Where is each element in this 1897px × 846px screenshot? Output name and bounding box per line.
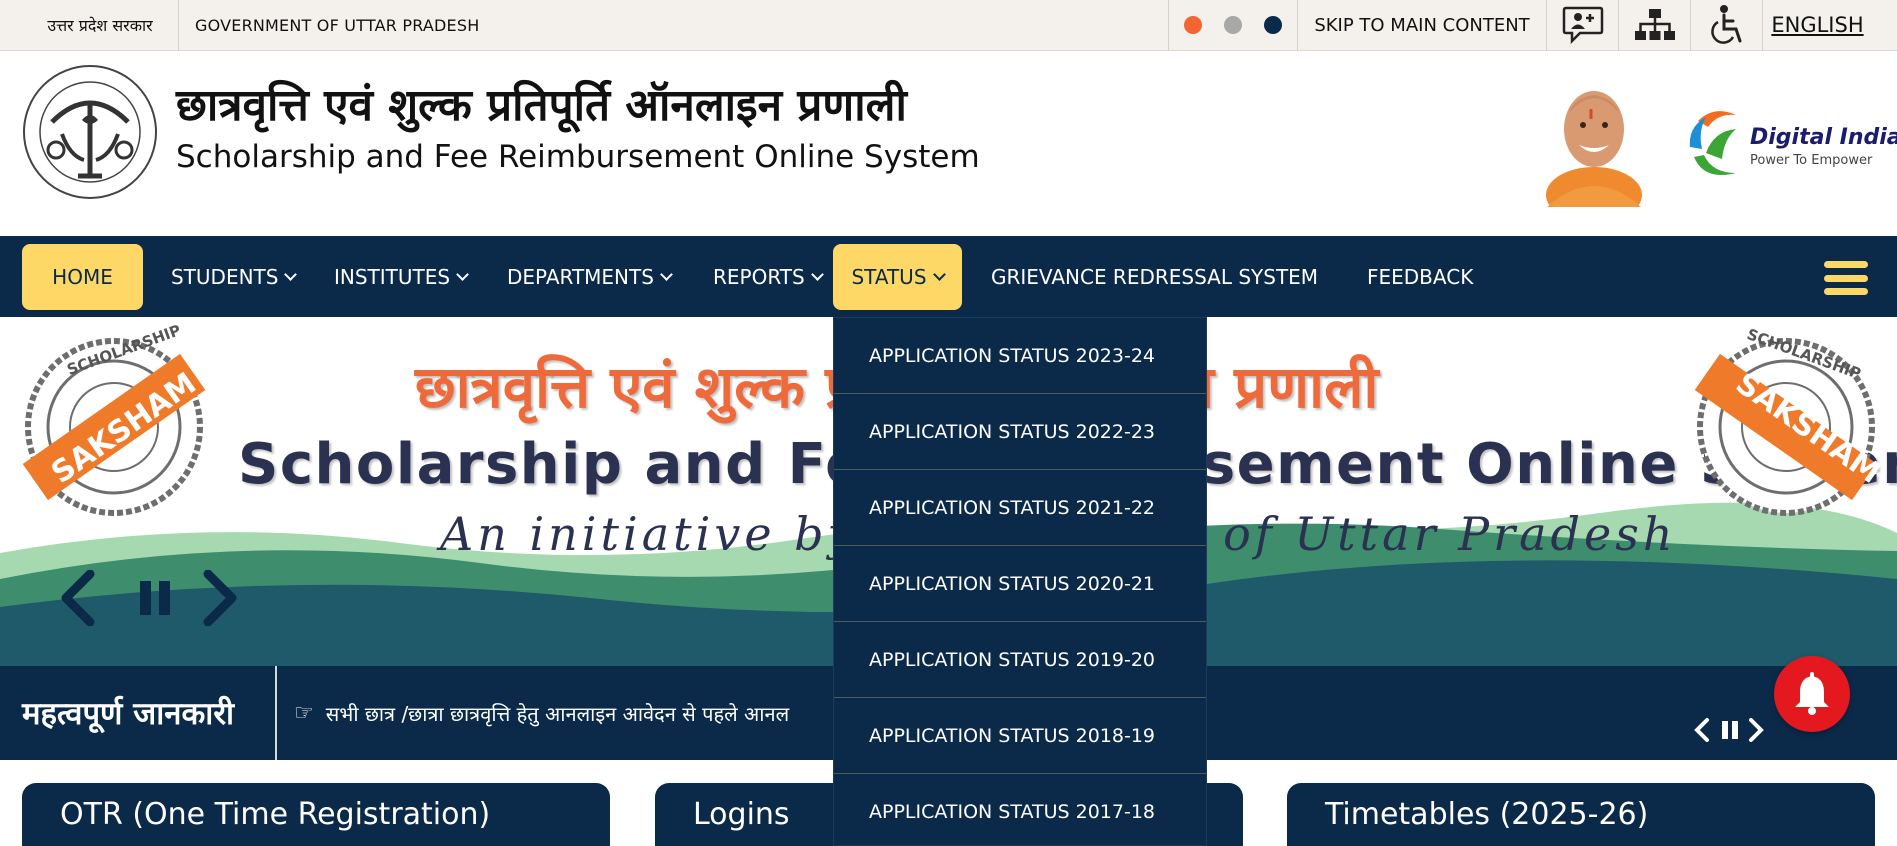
government-english-label: GOVERNMENT OF UTTAR PRADESH [195, 15, 480, 35]
nav-home-label: HOME [52, 265, 113, 289]
ticker-pause-icon[interactable] [1720, 720, 1740, 740]
up-government-emblem-icon [23, 65, 157, 199]
nav-grievance-label: GRIEVANCE REDRESSAL SYSTEM [991, 265, 1319, 289]
sitemap-button[interactable] [1618, 0, 1690, 50]
nav-status-label: STATUS [851, 265, 927, 289]
government-hindi-label: उत्तर प्रदेश सरकार [22, 0, 179, 50]
theme-grey-button[interactable] [1224, 16, 1242, 34]
theme-navy-button[interactable] [1264, 16, 1282, 34]
chief-minister-photo [1546, 91, 1642, 207]
nav-status[interactable]: STATUS [833, 244, 962, 310]
nav-reports[interactable]: REPORTS [699, 244, 836, 310]
timetables-card: Timetables (2025-26) [1287, 783, 1875, 846]
ticker-prev-icon[interactable] [1692, 718, 1712, 742]
nav-reports-label: REPORTS [713, 265, 805, 289]
status-menu-item[interactable]: APPLICATION STATUS 2022-23 [834, 394, 1206, 470]
chat-user-icon [1562, 6, 1603, 45]
otr-card-title: OTR (One Time Registration) [60, 797, 491, 832]
nav-institutes[interactable]: INSTITUTES [320, 244, 481, 310]
main-navigation: HOME STUDENTS INSTITUTES DEPARTMENTS REP… [0, 236, 1897, 317]
accessibility-button[interactable] [1690, 0, 1762, 50]
site-title-english: Scholarship and Fee Reimbursement Online… [176, 139, 980, 175]
ticker-title: महत्वपूर्ण जानकारी [22, 666, 277, 760]
chevron-down-icon [932, 268, 946, 281]
chevron-down-icon [660, 268, 673, 281]
status-menu-item[interactable]: APPLICATION STATUS 2020-21 [834, 546, 1206, 622]
nav-departments[interactable]: DEPARTMENTS [493, 244, 685, 310]
theme-orange-button[interactable] [1184, 16, 1202, 34]
skip-to-main-content-link[interactable]: SKIP TO MAIN CONTENT [1297, 0, 1546, 50]
digital-india-name: Digital India [1750, 125, 1897, 150]
pointing-hand-icon: ☞ [294, 700, 314, 726]
saksham-stamp-left: SCHOLARSHIP SAKSHAM [14, 321, 214, 527]
nav-feedback[interactable]: FEEDBACK [1353, 244, 1487, 310]
nav-grievance-redressal[interactable]: GRIEVANCE REDRESSAL SYSTEM [977, 244, 1332, 310]
theme-switcher [1168, 0, 1297, 50]
bell-icon [1795, 672, 1829, 715]
saksham-stamp-right: SCHOLARSHIP SAKSHAM [1686, 325, 1887, 527]
logins-card-title: Logins [693, 797, 790, 832]
status-menu-item[interactable]: APPLICATION STATUS 2019-20 [834, 622, 1206, 698]
timetables-card-title: Timetables (2025-26) [1325, 797, 1649, 832]
ticker-text[interactable]: ☞ सभी छात्र /छात्रा छात्रवृत्ति हेतु आनल… [294, 666, 789, 760]
ticker-next-icon[interactable] [1746, 718, 1766, 742]
nav-institutes-label: INSTITUTES [334, 265, 451, 289]
status-dropdown-menu: APPLICATION STATUS 2023-24 APPLICATION S… [833, 317, 1207, 846]
digital-india-tagline: Power To Empower [1750, 153, 1873, 168]
chat-user-button[interactable] [1546, 0, 1618, 50]
accessibility-icon [1710, 5, 1741, 44]
status-menu-item[interactable]: APPLICATION STATUS 2021-22 [834, 470, 1206, 546]
chevron-down-icon [456, 268, 469, 281]
notification-bell-button[interactable] [1774, 656, 1850, 732]
banner-next-icon[interactable] [200, 570, 240, 626]
nav-students[interactable]: STUDENTS [157, 244, 309, 310]
nav-home[interactable]: HOME [22, 244, 143, 310]
digital-india-logo: Digital India Power To Empower [1684, 103, 1897, 185]
status-menu-item[interactable]: APPLICATION STATUS 2018-19 [834, 698, 1206, 774]
chevron-down-icon [284, 268, 298, 281]
top-utility-bar: उत्तर प्रदेश सरकार GOVERNMENT OF UTTAR P… [0, 0, 1897, 51]
site-header: छात्रवृत्ति एवं शुल्क प्रतिपूर्ति ऑनलाइन… [0, 51, 1897, 236]
ticker-message: सभी छात्र /छात्रा छात्रवृत्ति हेतु आनलाइ… [325, 701, 790, 726]
nav-departments-label: DEPARTMENTS [507, 265, 654, 289]
otr-card: OTR (One Time Registration) [22, 783, 610, 846]
site-title-hindi: छात्रवृत्ति एवं शुल्क प्रतिपूर्ति ऑनलाइन… [176, 80, 907, 131]
sitemap-icon [1634, 9, 1675, 40]
status-menu-item[interactable]: APPLICATION STATUS 2023-24 [834, 318, 1206, 394]
status-menu-item[interactable]: APPLICATION STATUS 2017-18 [834, 774, 1206, 845]
banner-prev-icon[interactable] [58, 570, 98, 626]
banner-pause-icon[interactable] [138, 579, 174, 619]
chevron-down-icon [810, 268, 824, 281]
nav-students-label: STUDENTS [171, 265, 279, 289]
hamburger-menu-icon[interactable] [1824, 261, 1868, 295]
nav-feedback-label: FEEDBACK [1367, 265, 1474, 289]
language-switch-link[interactable]: ENGLISH [1762, 0, 1872, 50]
